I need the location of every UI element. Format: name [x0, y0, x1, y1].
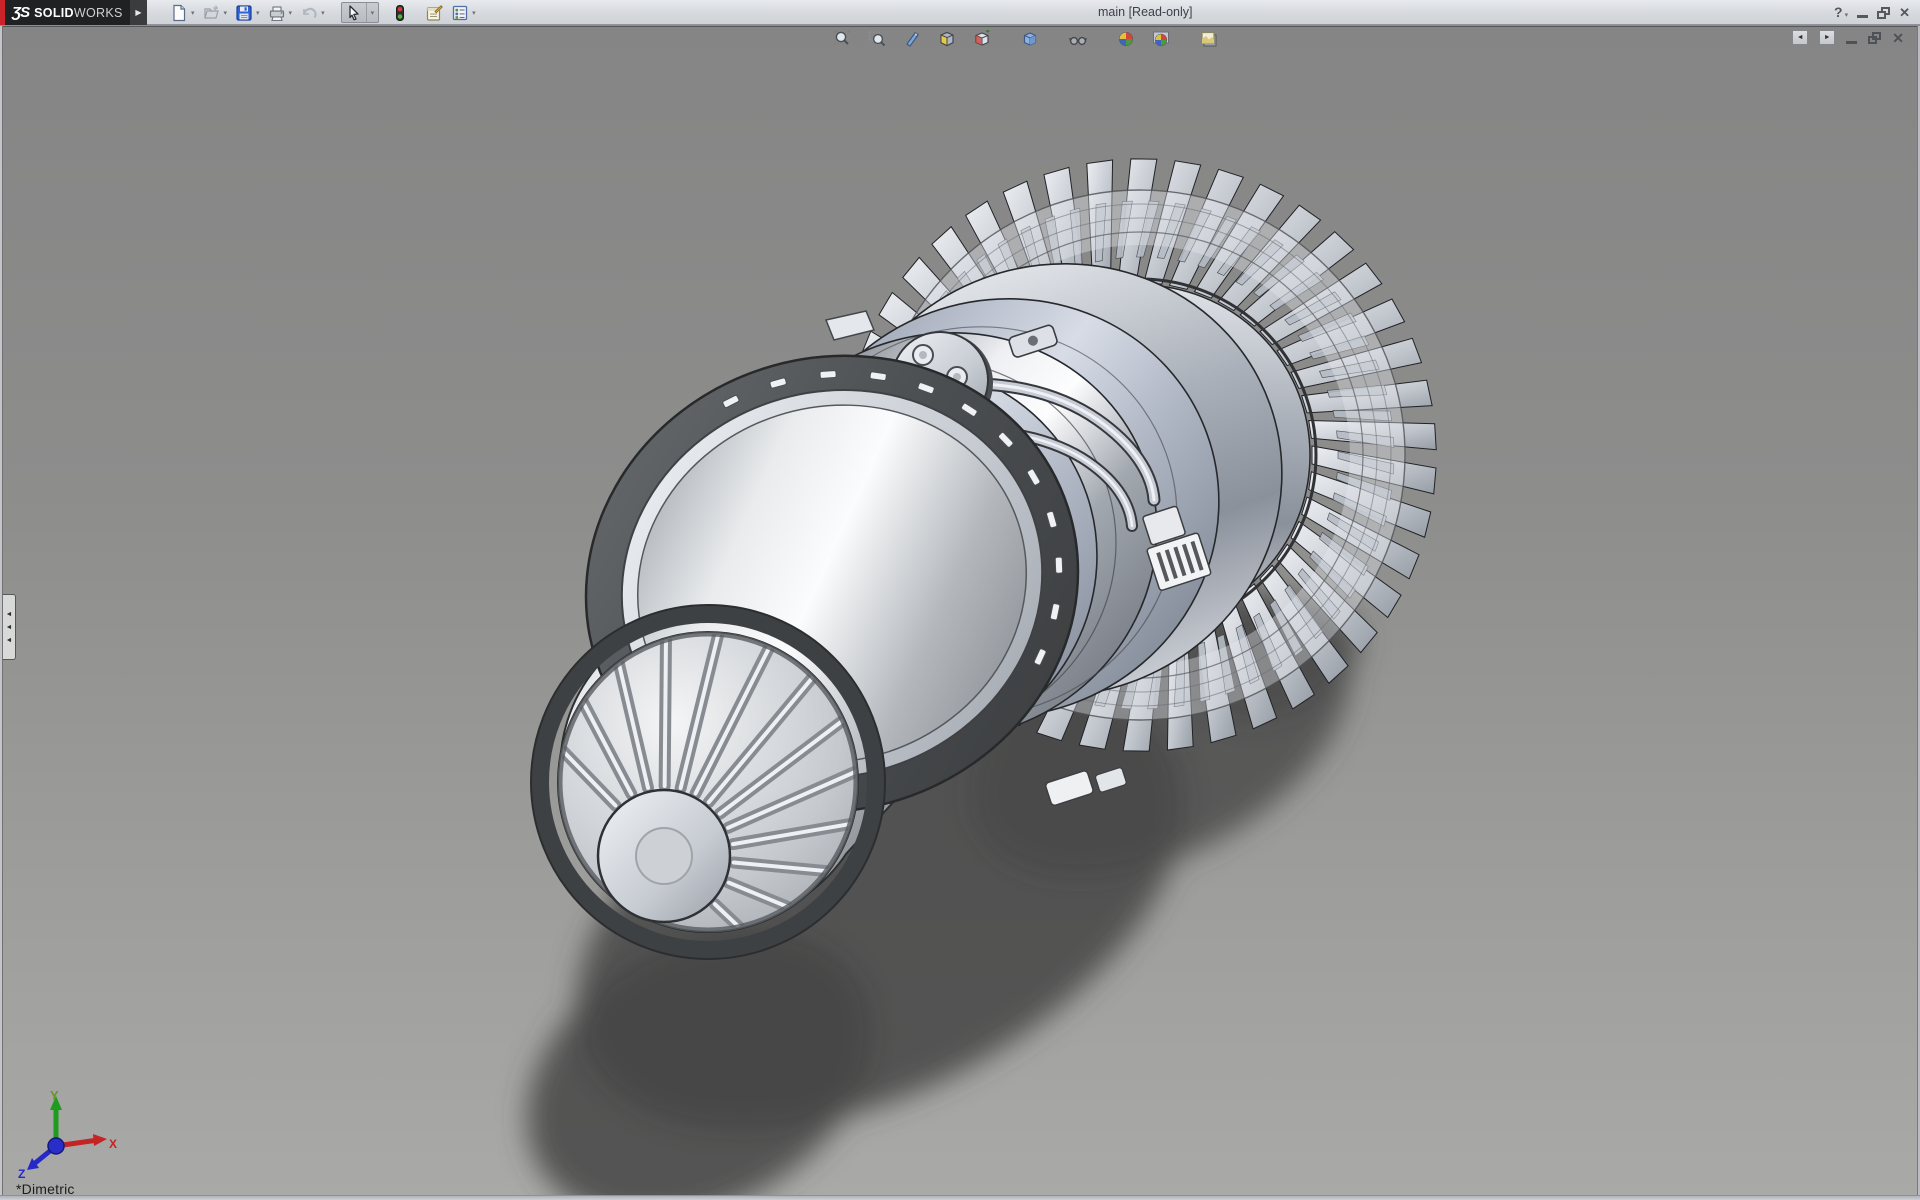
- doc-close-button[interactable]: ✕: [1892, 31, 1904, 45]
- apply-scene-icon: [1152, 30, 1170, 48]
- cone-bore: [531, 605, 885, 959]
- svg-text:X: X: [109, 1137, 117, 1151]
- titlebar: ƷS SOLIDWORKS ▶ ▾ ▾: [0, 0, 1920, 25]
- dropdown-caret[interactable]: ▾: [191, 9, 195, 17]
- dropdown-caret[interactable]: ▾: [224, 9, 228, 17]
- open-document-icon: [203, 4, 221, 22]
- previous-view-icon: [903, 30, 921, 48]
- print-document-icon: [268, 4, 286, 22]
- appearance-ball-icon: [1117, 30, 1135, 48]
- help-button[interactable]: ?▾: [1834, 4, 1848, 22]
- save-document-icon: [235, 4, 253, 22]
- zoom-to-fit-icon: [833, 30, 851, 48]
- brand-name-bold: SOLID: [34, 6, 74, 20]
- engine-scene: [0, 0, 1920, 1200]
- open-document-button[interactable]: ▾: [201, 2, 230, 23]
- app-window-controls: ?▾ ✕: [1834, 0, 1910, 25]
- restore-button[interactable]: [1877, 7, 1890, 19]
- options-button[interactable]: ▾: [449, 2, 478, 23]
- svg-text:Y: Y: [50, 1090, 59, 1103]
- logo-accent-stripe: [0, 0, 5, 25]
- previous-window-button[interactable]: ◄: [1792, 30, 1808, 45]
- display-style-button[interactable]: [1020, 29, 1040, 49]
- print-document-button[interactable]: ▾: [266, 2, 295, 23]
- dropdown-caret[interactable]: ▾: [289, 9, 293, 17]
- new-document-icon: [170, 4, 188, 22]
- note-pencil-icon: [425, 4, 443, 22]
- select-cursor-icon: [345, 4, 363, 22]
- featuremanager-collapse-tab[interactable]: ◄ ◄ ◄: [3, 594, 16, 660]
- previous-view-button[interactable]: [902, 29, 922, 49]
- collapse-arrow-icon: ◄: [6, 611, 13, 618]
- zoom-to-area-icon: [868, 30, 886, 48]
- collapse-arrow-icon: ◄: [6, 637, 13, 644]
- document-window-controls: ◄ ► ✕: [1792, 30, 1904, 45]
- statusbar-edge: [0, 1195, 1920, 1200]
- undo-icon: [300, 4, 318, 22]
- dropdown-caret[interactable]: ▾: [371, 9, 375, 17]
- view-settings-button[interactable]: [1199, 29, 1219, 49]
- options-checklist-icon: [451, 4, 469, 22]
- traffic-light-icon: [391, 4, 409, 22]
- zoom-to-fit-button[interactable]: [832, 29, 852, 49]
- hide-show-items-button[interactable]: [1068, 29, 1088, 49]
- solidworks-logo-glyph: ƷS: [12, 4, 29, 21]
- headsup-view-toolbar: [832, 29, 1234, 49]
- next-window-button[interactable]: ►: [1819, 30, 1835, 45]
- standard-toolbar: ▾ ▾ ▾: [168, 0, 482, 25]
- brand-name-light: WORKS: [74, 6, 123, 20]
- close-button[interactable]: ✕: [1899, 6, 1910, 19]
- view-orientation-button[interactable]: [972, 29, 992, 49]
- section-view-button[interactable]: [937, 29, 957, 49]
- document-title: main [Read-only]: [1098, 5, 1193, 19]
- triad-x-axis: X: [56, 1134, 117, 1151]
- view-orientation-icon: [973, 30, 991, 48]
- collapse-arrow-icon: ◄: [6, 624, 13, 631]
- select-tool-button[interactable]: ▾: [341, 2, 380, 23]
- new-document-button[interactable]: ▾: [168, 2, 197, 23]
- edit-appearance-button[interactable]: [1116, 29, 1136, 49]
- dropdown-caret[interactable]: ▾: [321, 9, 325, 17]
- help-caret: ▾: [1845, 12, 1849, 19]
- zoom-to-area-button[interactable]: [867, 29, 887, 49]
- file-properties-button[interactable]: [423, 2, 445, 23]
- menu-expander-button[interactable]: ▶: [130, 0, 147, 25]
- minimize-button[interactable]: [1857, 15, 1868, 18]
- dropdown-caret[interactable]: ▾: [256, 9, 260, 17]
- display-style-icon: [1021, 30, 1039, 48]
- reference-triad: Y X Z: [6, 1090, 126, 1180]
- dropdown-caret[interactable]: ▾: [472, 9, 476, 17]
- doc-minimize-button[interactable]: [1846, 41, 1857, 44]
- save-document-button[interactable]: ▾: [233, 2, 262, 23]
- eyeglasses-icon: [1069, 30, 1087, 48]
- section-view-icon: [938, 30, 956, 48]
- rebuild-traffic-light-button[interactable]: [389, 2, 411, 23]
- solidworks-logo: ƷS SOLIDWORKS: [0, 0, 130, 25]
- triad-origin: [48, 1138, 64, 1154]
- svg-text:Z: Z: [18, 1167, 25, 1180]
- doc-restore-button[interactable]: [1868, 32, 1881, 44]
- view-settings-icon: [1200, 30, 1218, 48]
- keystone-tab: [826, 311, 874, 340]
- apply-scene-button[interactable]: [1151, 29, 1171, 49]
- undo-button[interactable]: ▾: [298, 2, 327, 23]
